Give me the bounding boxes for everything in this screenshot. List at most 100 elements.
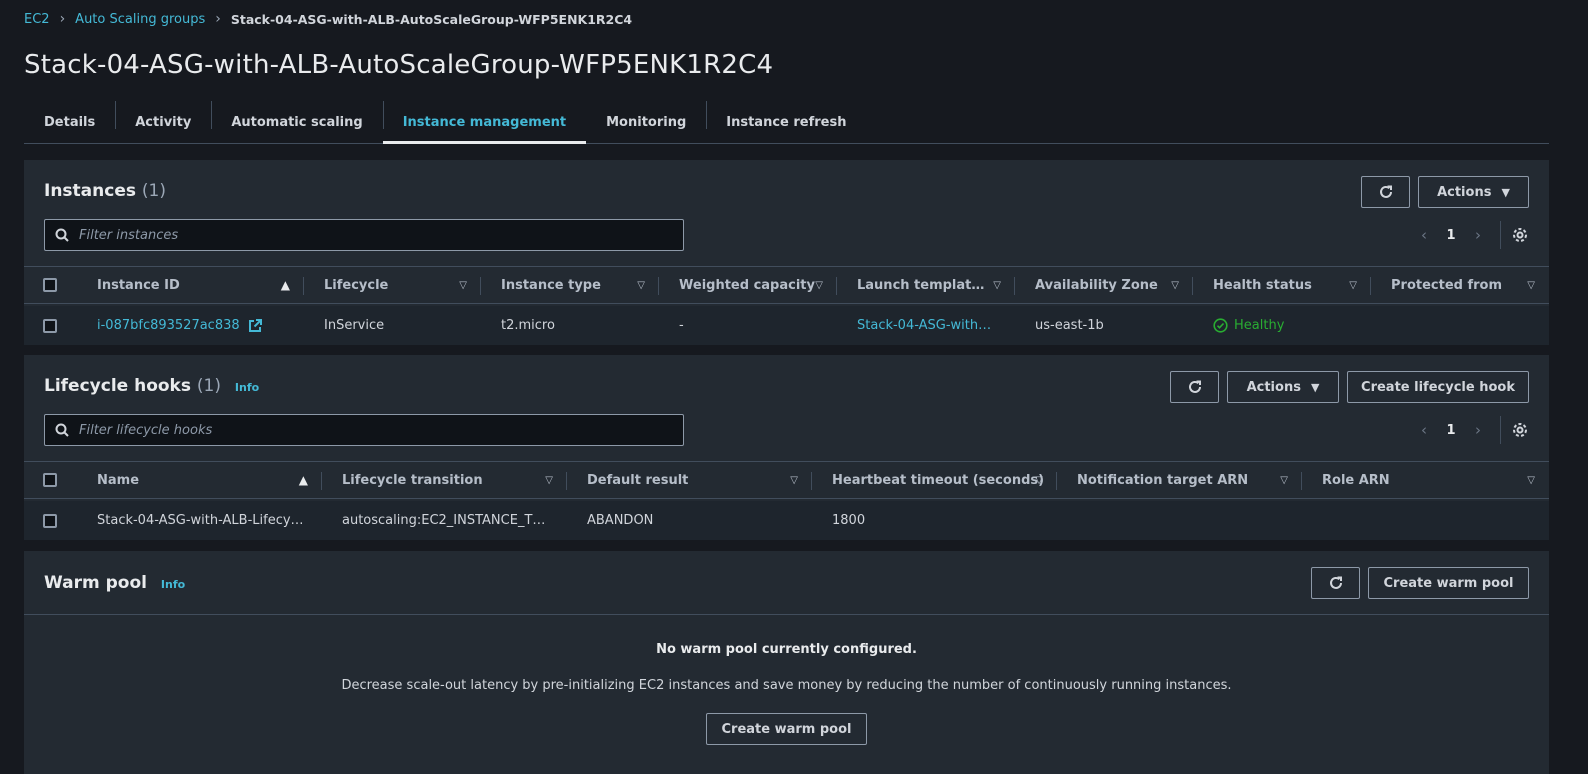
instances-panel: Instances (1) Actions ▼ ‹ 1 › Instance ID… bbox=[24, 160, 1549, 345]
select-all-checkbox[interactable] bbox=[43, 278, 57, 292]
sort-icon: ▽ bbox=[1171, 279, 1179, 291]
lifecycle-transition-cell: autoscaling:EC2_INSTANCE_T… bbox=[342, 513, 546, 528]
sort-ascending-icon: ▲ bbox=[280, 278, 290, 292]
col-health-status[interactable]: Health status ▽ bbox=[1213, 267, 1371, 303]
refresh-icon bbox=[1379, 185, 1392, 198]
col-name[interactable]: Name ▲ bbox=[97, 462, 322, 498]
hooks-pagination: ‹ 1 › bbox=[1410, 414, 1529, 446]
sort-icon: ▽ bbox=[1527, 474, 1535, 486]
sort-icon: ▽ bbox=[637, 279, 645, 291]
hook-name-cell: Stack-04-ASG-with-ALB-Lifecy… bbox=[97, 513, 304, 528]
chevron-right-icon: › bbox=[215, 11, 221, 27]
col-instance-id[interactable]: Instance ID ▲ bbox=[97, 267, 304, 303]
gear-icon[interactable] bbox=[1511, 226, 1529, 244]
check-circle-icon bbox=[1213, 318, 1228, 333]
previous-page-icon[interactable]: ‹ bbox=[1410, 421, 1438, 439]
instance-id-link[interactable]: i-087bfc893527ac838 bbox=[97, 306, 262, 345]
col-role-arn[interactable]: Role ARN ▽ bbox=[1322, 462, 1549, 498]
col-lifecycle-transition[interactable]: Lifecycle transition ▽ bbox=[342, 462, 567, 498]
col-lifecycle[interactable]: Lifecycle ▽ bbox=[324, 267, 481, 303]
info-link[interactable]: Info bbox=[161, 578, 185, 591]
info-link[interactable]: Info bbox=[235, 381, 259, 394]
lifecycle-cell: InService bbox=[324, 318, 385, 333]
sort-icon: ▽ bbox=[815, 279, 823, 291]
warm-pool-heading: Warm pool Info bbox=[44, 573, 185, 593]
sort-icon: ▽ bbox=[1527, 279, 1535, 291]
tab-details[interactable]: Details bbox=[24, 101, 115, 143]
instances-search[interactable] bbox=[44, 219, 684, 251]
row-checkbox[interactable] bbox=[43, 318, 57, 333]
instances-count: (1) bbox=[141, 181, 166, 201]
table-row[interactable]: i-087bfc893527ac838 InService t2.micro -… bbox=[24, 306, 1549, 345]
previous-page-icon[interactable]: ‹ bbox=[1410, 226, 1438, 244]
empty-state-title: No warm pool currently configured. bbox=[656, 642, 917, 657]
instance-type-cell: t2.micro bbox=[501, 318, 555, 333]
page-number[interactable]: 1 bbox=[1438, 228, 1464, 243]
col-launch-template[interactable]: Launch templat… ▽ bbox=[857, 267, 1015, 303]
breadcrumb: EC2 › Auto Scaling groups › Stack-04-ASG… bbox=[24, 10, 632, 28]
instances-search-input[interactable] bbox=[79, 227, 659, 243]
launch-template-link[interactable]: Stack-04-ASG-with… bbox=[857, 306, 991, 345]
next-page-icon[interactable]: › bbox=[1464, 421, 1492, 439]
next-page-icon[interactable]: › bbox=[1464, 226, 1492, 244]
actions-label: Actions bbox=[1246, 379, 1301, 395]
tab-instance-refresh[interactable]: Instance refresh bbox=[706, 101, 866, 143]
breadcrumb-current: Stack-04-ASG-with-ALB-AutoScaleGroup-WFP… bbox=[230, 11, 633, 27]
weighted-capacity-cell: - bbox=[679, 318, 684, 333]
col-protected-from[interactable]: Protected from ▽ bbox=[1391, 267, 1549, 303]
create-lifecycle-hook-button[interactable]: Create lifecycle hook bbox=[1347, 371, 1529, 403]
refresh-icon bbox=[1329, 576, 1342, 589]
health-status-cell: Healthy bbox=[1213, 306, 1284, 345]
sort-icon: ▽ bbox=[1280, 474, 1288, 486]
sort-ascending-icon: ▲ bbox=[298, 473, 308, 487]
hooks-search[interactable] bbox=[44, 414, 684, 446]
page-number[interactable]: 1 bbox=[1438, 423, 1464, 438]
create-warm-pool-empty-button[interactable]: Create warm pool bbox=[706, 713, 867, 745]
hooks-table-header: Name ▲ Lifecycle transition ▽ Default resu… bbox=[24, 461, 1549, 499]
col-default-result[interactable]: Default result ▽ bbox=[587, 462, 812, 498]
sort-icon: ▽ bbox=[459, 279, 467, 291]
instances-table-header: Instance ID ▲ Lifecycle ▽ Instance type ▽ W… bbox=[24, 266, 1549, 304]
sort-icon: ▽ bbox=[545, 474, 553, 486]
instances-actions-button[interactable]: Actions ▼ bbox=[1418, 176, 1529, 208]
refresh-warm-pool-button[interactable] bbox=[1311, 567, 1360, 599]
col-instance-type[interactable]: Instance type ▽ bbox=[501, 267, 659, 303]
col-heartbeat-timeout[interactable]: Heartbeat timeout (seconds) ▽ bbox=[832, 462, 1057, 498]
external-link-icon bbox=[248, 318, 262, 332]
instances-title: Instances bbox=[44, 181, 136, 201]
tab-activity[interactable]: Activity bbox=[115, 101, 211, 143]
col-weighted-capacity[interactable]: Weighted capacity ▽ bbox=[679, 267, 837, 303]
select-all-checkbox[interactable] bbox=[43, 473, 57, 487]
availability-zone-cell: us-east-1b bbox=[1035, 318, 1104, 333]
col-notification-target-arn[interactable]: Notification target ARN ▽ bbox=[1077, 462, 1302, 498]
search-icon bbox=[55, 228, 69, 242]
col-availability-zone[interactable]: Availability Zone ▽ bbox=[1035, 267, 1193, 303]
warm-pool-title: Warm pool bbox=[44, 573, 147, 593]
lifecycle-hooks-panel: Lifecycle hooks (1) Info Actions ▼ Create… bbox=[24, 355, 1549, 540]
tab-automatic-scaling[interactable]: Automatic scaling bbox=[211, 101, 382, 143]
search-icon bbox=[55, 423, 69, 437]
sort-icon: ▽ bbox=[790, 474, 798, 486]
refresh-instances-button[interactable] bbox=[1361, 176, 1410, 208]
lifecycle-hooks-heading: Lifecycle hooks (1) Info bbox=[44, 376, 259, 396]
table-row[interactable]: Stack-04-ASG-with-ALB-Lifecy… autoscalin… bbox=[24, 501, 1549, 540]
gear-icon[interactable] bbox=[1511, 421, 1529, 439]
breadcrumb-ec2-link[interactable]: EC2 bbox=[24, 12, 50, 27]
empty-state-description: Decrease scale-out latency by pre-initia… bbox=[341, 678, 1232, 693]
lifecycle-hooks-title: Lifecycle hooks bbox=[44, 376, 191, 396]
tab-monitoring[interactable]: Monitoring bbox=[586, 101, 706, 143]
create-warm-pool-button[interactable]: Create warm pool bbox=[1368, 567, 1529, 599]
actions-label: Actions bbox=[1437, 184, 1492, 200]
chevron-right-icon: › bbox=[59, 11, 66, 27]
caret-down-icon: ▼ bbox=[1501, 185, 1510, 199]
breadcrumb-asg-link[interactable]: Auto Scaling groups bbox=[75, 12, 205, 27]
sort-icon: ▽ bbox=[1349, 279, 1357, 291]
refresh-hooks-button[interactable] bbox=[1170, 371, 1219, 403]
hooks-search-input[interactable] bbox=[79, 422, 659, 438]
hooks-actions-button[interactable]: Actions ▼ bbox=[1227, 371, 1339, 403]
row-checkbox[interactable] bbox=[43, 513, 57, 528]
tab-instance-management[interactable]: Instance management bbox=[382, 101, 587, 144]
caret-down-icon: ▼ bbox=[1310, 380, 1320, 394]
instances-heading: Instances (1) bbox=[44, 181, 166, 201]
heartbeat-timeout-cell: 1800 bbox=[832, 513, 866, 528]
